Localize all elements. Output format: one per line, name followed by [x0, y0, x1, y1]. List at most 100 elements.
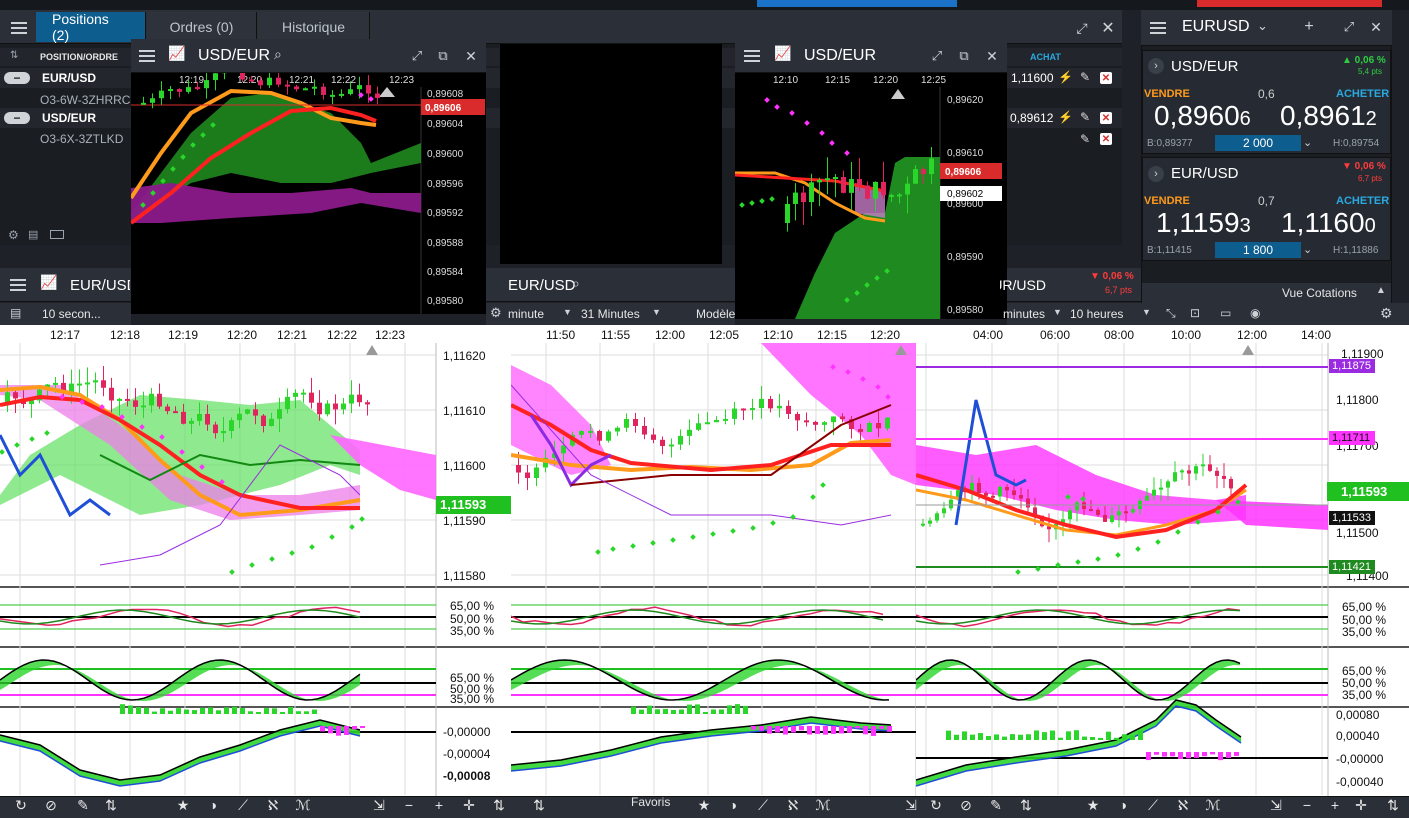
menu-icon[interactable] [8, 277, 28, 293]
edit-icon[interactable]: ✎ [1080, 70, 1090, 84]
arrows-icon[interactable]: ⇅ [488, 797, 510, 817]
buy-price[interactable]: 0,89612 [1280, 100, 1377, 132]
quotes-view-button[interactable]: Vue Cotations [1282, 286, 1357, 300]
sell-price[interactable]: 0,89606 [1154, 100, 1251, 132]
minus-icon[interactable]: − [4, 111, 30, 125]
floating-chart-right-plot[interactable]: 12:10 12:15 12:20 12:25 0,89620 0,89610 … [735, 73, 1007, 319]
menu-icon[interactable] [1148, 20, 1168, 36]
star-icon[interactable]: ★ [1082, 797, 1104, 817]
search-icon[interactable]: ⌕ [274, 46, 282, 63]
settings-icon[interactable]: ⚙ [1380, 305, 1393, 322]
cancel-icon[interactable]: ⊘ [40, 797, 62, 817]
quantity-field[interactable]: 2 000 [1215, 135, 1301, 151]
expand-icon[interactable]: ⤢ [408, 47, 426, 65]
chart-type-icon[interactable]: 📈 [40, 274, 57, 291]
cancel-icon[interactable]: ⊘ [955, 797, 977, 817]
chevron-down-icon[interactable]: ▼ [652, 307, 661, 317]
close-icon[interactable]: ✕ [983, 47, 1001, 65]
expand-icon[interactable]: ⤢ [928, 47, 946, 65]
arrows-icon[interactable]: ⇅ [100, 797, 122, 817]
crosshair-icon[interactable]: ✛ [458, 797, 480, 817]
chart-type-icon[interactable]: 📈 [168, 45, 185, 62]
indicator-icon[interactable]: ℳ [812, 797, 834, 817]
plus-icon[interactable]: + [1324, 797, 1346, 817]
csv-icon[interactable] [50, 230, 64, 239]
buy-price[interactable]: 1,11600 [1281, 207, 1376, 239]
fib-icon[interactable]: ℵ [262, 797, 284, 817]
list-icon[interactable]: ▤ [10, 306, 21, 320]
refresh-icon[interactable]: ↻ [10, 797, 32, 817]
trend-icon[interactable]: ⟋ [752, 797, 774, 817]
search-icon[interactable]: ⌕ [572, 275, 580, 292]
edit-icon[interactable]: ✎ [1080, 110, 1090, 124]
minus-icon[interactable]: − [398, 797, 420, 817]
trend-icon[interactable]: ⟋ [1142, 797, 1164, 817]
theme-icon[interactable]: ◑ [202, 797, 224, 817]
star-icon[interactable]: ★ [693, 797, 715, 817]
period-select[interactable]: 10 heures [1070, 307, 1123, 321]
arrows-icon[interactable]: ⇅ [1382, 797, 1404, 817]
quantity-field[interactable]: 1 800 [1215, 242, 1301, 258]
settings-icon[interactable]: ⚙ [490, 305, 502, 321]
menu-icon[interactable] [8, 20, 30, 36]
theme-icon[interactable]: ◑ [722, 797, 744, 817]
top-red-button[interactable] [1197, 0, 1382, 7]
menu-icon[interactable] [742, 48, 762, 64]
chart-type-icon[interactable]: 📈 [774, 45, 791, 62]
chevron-up-icon[interactable]: ▲ [1376, 285, 1386, 296]
expand-icon[interactable]: ⤢ [1340, 18, 1358, 36]
chevron-down-icon[interactable]: ⌄ [1303, 243, 1315, 257]
sort-arrows-icon[interactable]: ⇅ [10, 50, 18, 61]
menu-icon[interactable] [137, 48, 157, 64]
delete-icon[interactable]: ✕ [1100, 133, 1112, 145]
minus-icon[interactable]: − [4, 71, 30, 85]
delete-icon[interactable]: ✕ [1100, 72, 1112, 84]
close-icon[interactable]: ✕ [1098, 18, 1118, 38]
drawing-icon[interactable]: ⤡ [1166, 306, 1176, 321]
close-icon[interactable]: ✕ [462, 47, 480, 65]
sell-price[interactable]: 1,11593 [1156, 207, 1251, 239]
move-icon[interactable]: ⇲ [900, 797, 922, 817]
chevron-right-icon[interactable]: › [1148, 58, 1164, 74]
lightning-icon[interactable]: ⚡ [1058, 70, 1073, 84]
floating-chart-left-plot[interactable]: 12:19 12:20 12:21 12:22 12:23 0,89608 0,… [131, 73, 486, 314]
interval-select[interactable]: minutes [1003, 307, 1045, 321]
indicator-icon[interactable]: ℳ [292, 797, 314, 817]
interval-select[interactable]: 10 secon... [42, 307, 101, 321]
chevron-down-icon[interactable]: ▼ [1142, 307, 1151, 317]
tab-history[interactable]: Historique [258, 12, 370, 42]
chevron-right-icon[interactable]: › [1148, 166, 1164, 182]
chevron-down-icon[interactable]: ⌄ [1257, 18, 1268, 34]
popout-icon[interactable]: ⧉ [955, 47, 973, 65]
plus-icon[interactable]: + [428, 797, 450, 817]
close-icon[interactable]: ✕ [1367, 18, 1385, 36]
popout-icon[interactable]: ⧉ [434, 47, 452, 65]
minus-icon[interactable]: − [1296, 797, 1318, 817]
pencil-icon[interactable]: ✎ [985, 797, 1007, 817]
comment-icon[interactable]: ▭ [1220, 306, 1231, 320]
fib-icon[interactable]: ℵ [1172, 797, 1194, 817]
chevron-down-icon[interactable]: ▼ [1053, 307, 1062, 317]
star-icon[interactable]: ★ [172, 797, 194, 817]
expand-icon[interactable]: ⤢ [1072, 18, 1092, 38]
chart2-plot[interactable] [511, 325, 916, 797]
edit-icon[interactable]: ✎ [1080, 132, 1090, 146]
pencil-icon[interactable]: ✎ [72, 797, 94, 817]
move-icon[interactable]: ⇲ [1265, 797, 1287, 817]
top-blue-button[interactable] [757, 0, 957, 7]
trend-icon[interactable]: ⟋ [232, 797, 254, 817]
chart1-plot[interactable] [0, 325, 511, 797]
crosshair-icon[interactable]: ✛ [1350, 797, 1372, 817]
period-select[interactable]: 31 Minutes [581, 307, 640, 321]
theme-icon[interactable]: ◑ [1112, 797, 1134, 817]
eye-icon[interactable]: ◉ [1250, 306, 1260, 320]
crosshair-icon[interactable]: ⊡ [1190, 306, 1200, 320]
model-select[interactable]: Modèle [696, 307, 735, 321]
indicator-icon[interactable]: ℳ [1202, 797, 1224, 817]
add-icon[interactable]: + [1300, 18, 1318, 36]
settings-icon[interactable]: ⚙ [8, 228, 19, 242]
favorites-button[interactable]: Favoris [631, 795, 670, 809]
refresh-icon[interactable]: ↻ [925, 797, 947, 817]
chevron-down-icon[interactable]: ▼ [563, 307, 572, 317]
arrows-icon[interactable]: ⇅ [1015, 797, 1037, 817]
